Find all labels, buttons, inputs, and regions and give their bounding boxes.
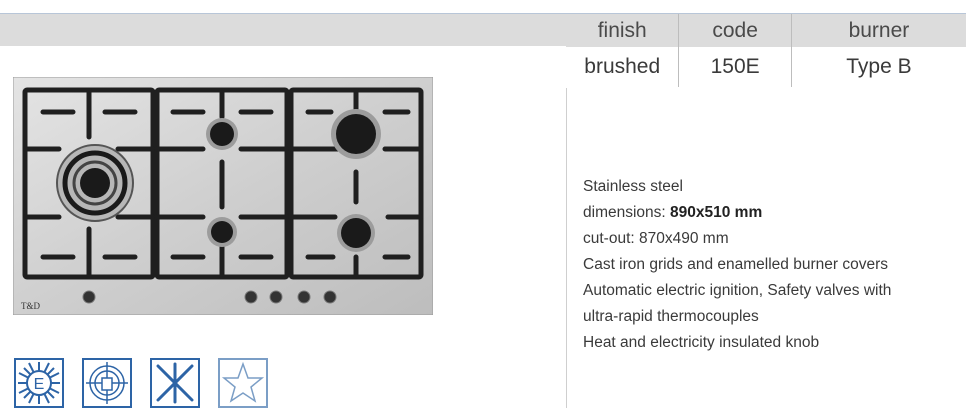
brand-logo: T&D — [21, 301, 40, 311]
spec-value-burner: Type B — [846, 55, 912, 78]
spec-table: finish code burner brushed 150E Type B — [566, 13, 966, 87]
feature-dimensions: dimensions: 890x510 mm — [583, 200, 891, 226]
dimensions-label: dimensions: — [583, 204, 671, 221]
spec-header-code: code — [679, 14, 792, 47]
spec-header-finish: finish — [566, 14, 680, 47]
column-divider — [566, 88, 567, 408]
feature-material: Stainless steel — [583, 178, 683, 195]
quality-star-icon — [218, 358, 268, 408]
header-band — [0, 13, 566, 46]
feature-ignition: Automatic electric ignition, Safety valv… — [583, 282, 892, 299]
dimensions-value: 890x510 mm — [670, 204, 763, 221]
spec-value-code: 150E — [679, 47, 792, 87]
spec-value-finish: brushed — [566, 47, 680, 87]
feature-grids: Cast iron grids and enamelled burner cov… — [583, 256, 888, 273]
safety-valve-icon — [82, 358, 132, 408]
gas-hob-image: T&D — [13, 77, 433, 315]
spec-table-value-row: brushed 150E Type B — [566, 47, 966, 87]
spec-header-burner: burner — [848, 18, 910, 42]
certification-badges: E — [14, 358, 268, 408]
feature-cutout: cut-out: 870x490 mm — [583, 230, 729, 247]
svg-text:E: E — [34, 376, 45, 393]
spec-table-header-row: finish code burner — [566, 13, 966, 47]
feature-thermocouples: ultra-rapid thermocouples — [583, 308, 759, 325]
energy-class-icon: E — [14, 358, 64, 408]
ignition-icon — [150, 358, 200, 408]
feature-knob: Heat and electricity insulated knob — [583, 334, 820, 351]
product-image: T&D — [13, 77, 433, 315]
feature-list: Stainless steel dimensions: 890x510 mm c… — [583, 174, 891, 356]
